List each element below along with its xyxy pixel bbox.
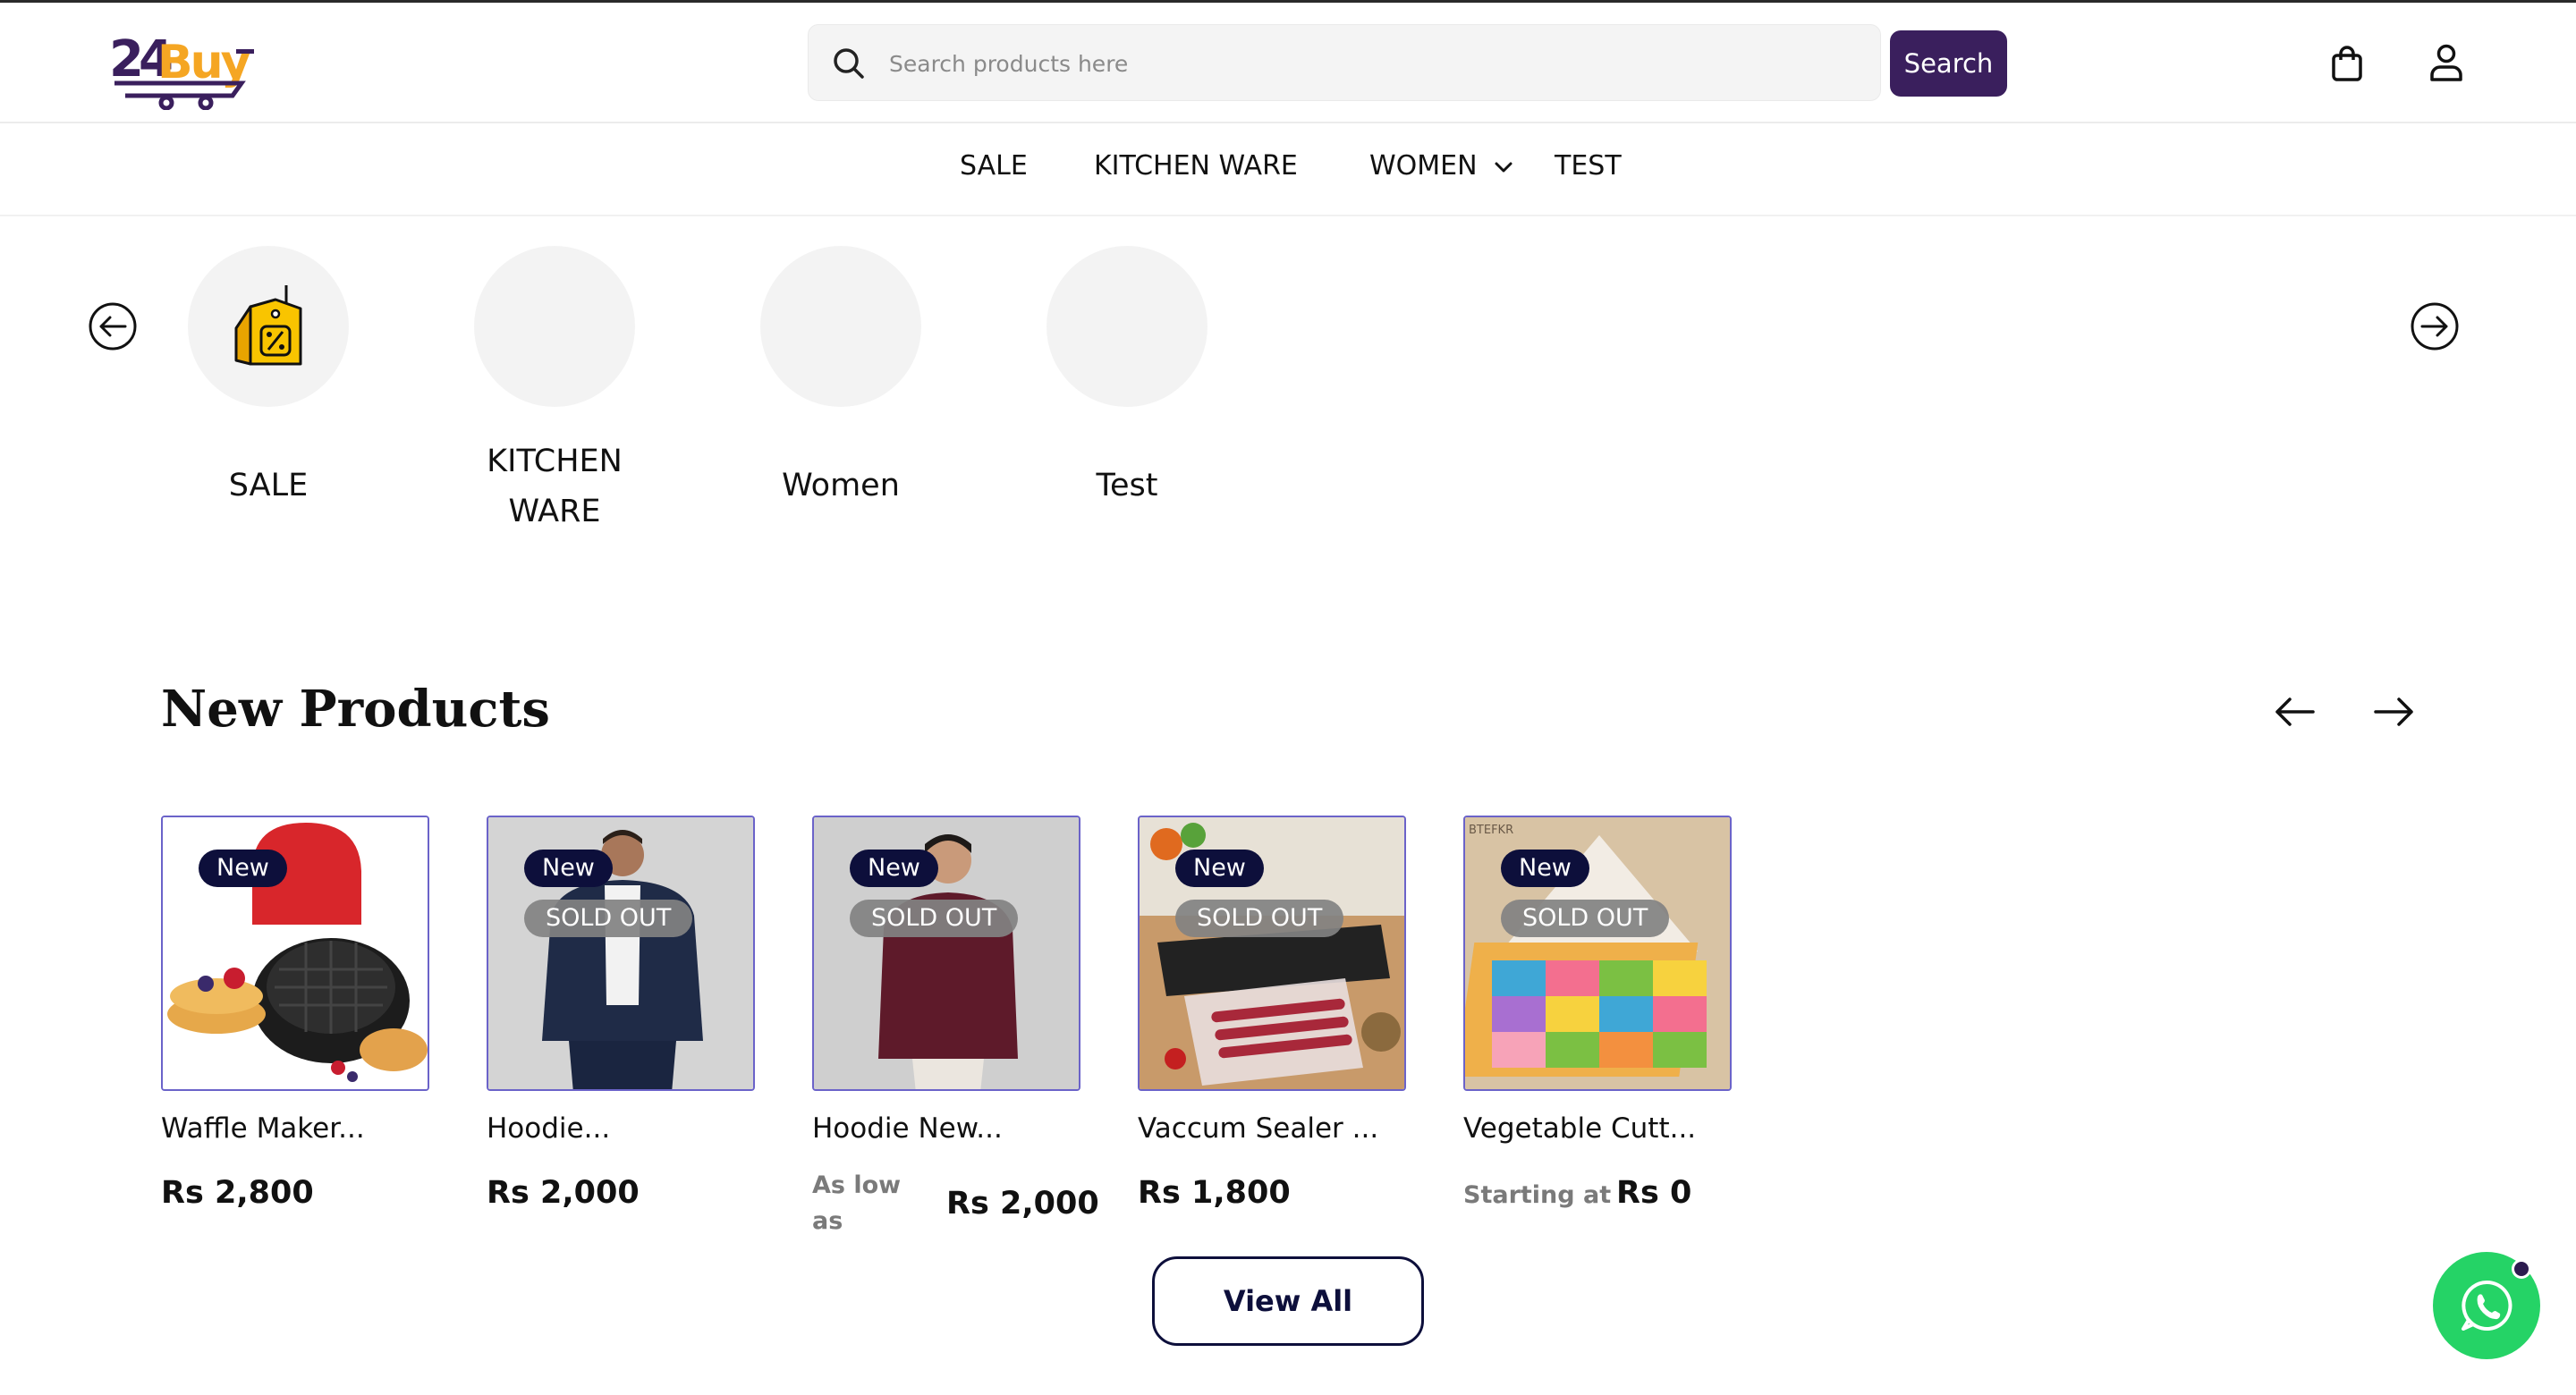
search-button[interactable]: Search bbox=[1890, 30, 2007, 97]
product-name[interactable]: Vaccum Sealer ... bbox=[1138, 1112, 1406, 1145]
main-nav: SALE KITCHEN WARE WOMEN TEST bbox=[0, 123, 2576, 216]
category-women[interactable]: Women bbox=[760, 246, 921, 503]
category-label: SALE bbox=[228, 468, 309, 503]
search-bar bbox=[808, 24, 1881, 102]
new-badge: New bbox=[1175, 850, 1264, 887]
product-name[interactable]: Waffle Maker... bbox=[161, 1112, 429, 1145]
category-image bbox=[760, 246, 921, 407]
product-card[interactable]: New Waffle Maker... Rs 2,800 bbox=[161, 816, 429, 1211]
product-card[interactable]: New SOLD OUT Hoodie... Rs 2,000 bbox=[487, 816, 755, 1211]
image-watermark-text: BTEFKR bbox=[1469, 824, 1513, 837]
category-image bbox=[1046, 246, 1208, 407]
product-image[interactable]: New SOLD OUT bbox=[812, 816, 1080, 1091]
product-image[interactable]: BTEFKR New SOLD OUT bbox=[1463, 816, 1732, 1091]
category-sale[interactable]: SALE bbox=[188, 246, 349, 503]
product-name[interactable]: Hoodie... bbox=[487, 1112, 755, 1145]
arrow-right-icon[interactable] bbox=[2372, 696, 2417, 728]
category-label: Test bbox=[1096, 468, 1158, 503]
search-icon bbox=[834, 48, 864, 79]
notification-dot bbox=[2512, 1259, 2531, 1279]
section-title: New Products bbox=[161, 680, 550, 739]
user-icon[interactable] bbox=[2429, 44, 2463, 81]
whatsapp-icon bbox=[2462, 1280, 2512, 1331]
arrow-left-icon[interactable] bbox=[2272, 696, 2317, 728]
new-badge: New bbox=[1501, 850, 1589, 887]
site-header: 24 Buy Search bbox=[0, 3, 2576, 123]
new-badge: New bbox=[524, 850, 613, 887]
price-prefix: As low as bbox=[812, 1171, 902, 1235]
product-image[interactable]: New SOLD OUT bbox=[487, 816, 755, 1091]
chevron-down-icon[interactable] bbox=[1492, 156, 1515, 179]
new-badge: New bbox=[850, 850, 938, 887]
category-image bbox=[188, 246, 349, 407]
product-card[interactable]: New SOLD OUT Hoodie New... As low as Rs … bbox=[812, 816, 1099, 1235]
product-card[interactable]: BTEFKR New SOLD OUT Vegetable Cutt... St… bbox=[1463, 816, 1732, 1211]
sold-out-badge: SOLD OUT bbox=[1175, 900, 1344, 937]
category-kitchen-ware[interactable]: KITCHEN WARE bbox=[474, 246, 635, 529]
product-price: Rs 2,000 bbox=[946, 1186, 1099, 1222]
nav-item-women[interactable]: WOMEN bbox=[1369, 150, 1478, 182]
product-price: Rs 0 bbox=[1616, 1175, 1692, 1211]
category-label: Women bbox=[782, 468, 900, 503]
category-test[interactable]: Test bbox=[1046, 246, 1208, 503]
price-prefix: Starting at bbox=[1463, 1181, 1612, 1209]
carousel-next-icon[interactable] bbox=[2410, 301, 2460, 351]
product-price: Rs 2,800 bbox=[161, 1175, 314, 1211]
carousel-prev-icon[interactable] bbox=[88, 301, 138, 351]
product-name[interactable]: Vegetable Cutt... bbox=[1463, 1112, 1732, 1145]
nav-item-sale[interactable]: SALE bbox=[960, 150, 1028, 182]
sold-out-badge: SOLD OUT bbox=[850, 900, 1019, 937]
sale-tag-icon bbox=[234, 285, 302, 366]
category-label: KITCHEN WARE bbox=[487, 444, 623, 529]
product-image[interactable]: New bbox=[161, 816, 429, 1091]
sold-out-badge: SOLD OUT bbox=[1501, 900, 1670, 937]
product-card[interactable]: New SOLD OUT Vaccum Sealer ... Rs 1,800 bbox=[1138, 816, 1406, 1211]
view-all-button[interactable]: View All bbox=[1152, 1256, 1424, 1346]
product-price: Rs 1,800 bbox=[1138, 1175, 1291, 1211]
site-logo[interactable]: 24 Buy bbox=[107, 21, 259, 111]
new-badge: New bbox=[199, 850, 287, 887]
product-image[interactable]: New SOLD OUT bbox=[1138, 816, 1406, 1091]
search-input[interactable] bbox=[889, 25, 1855, 102]
sold-out-badge: SOLD OUT bbox=[524, 900, 693, 937]
product-price: Rs 2,000 bbox=[487, 1175, 640, 1211]
nav-item-test[interactable]: TEST bbox=[1555, 150, 1622, 182]
product-name[interactable]: Hoodie New... bbox=[812, 1112, 1080, 1145]
shopping-bag-icon[interactable] bbox=[2331, 46, 2363, 81]
category-image bbox=[474, 246, 635, 407]
nav-item-kitchen-ware[interactable]: KITCHEN WARE bbox=[1094, 150, 1298, 182]
